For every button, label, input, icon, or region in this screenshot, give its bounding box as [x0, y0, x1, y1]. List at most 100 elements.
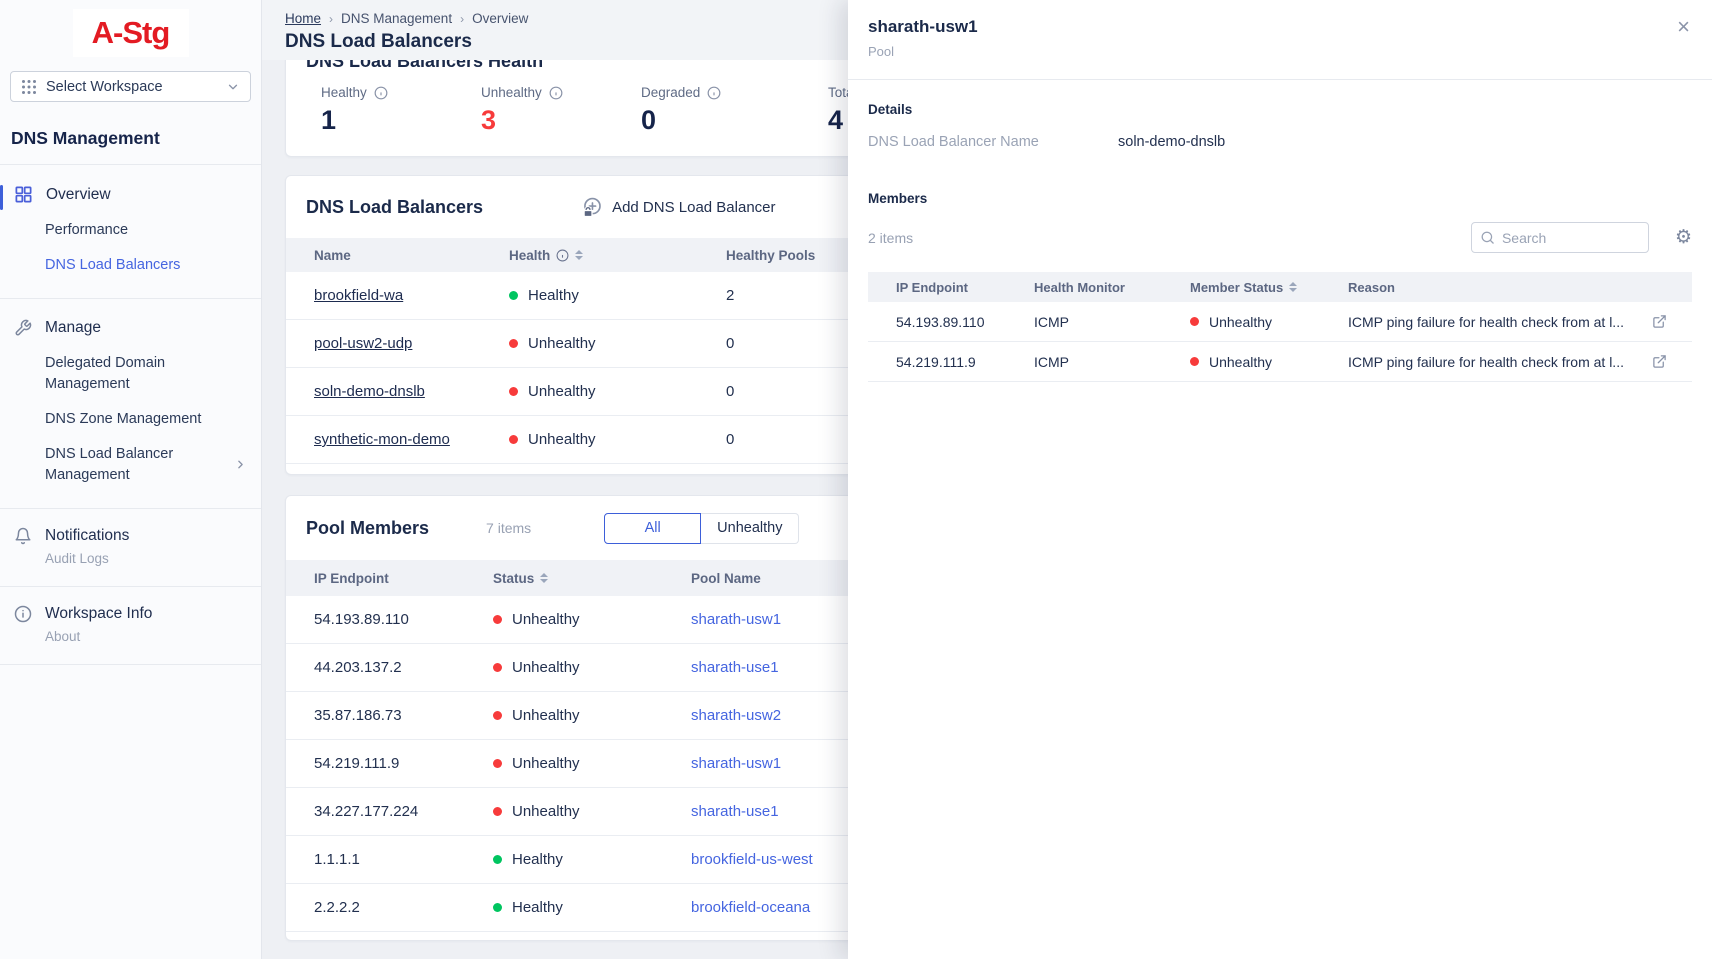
- pool-name-link[interactable]: brookfield-oceana: [691, 899, 810, 916]
- status-label: Unhealthy: [512, 611, 580, 628]
- breadcrumb-home[interactable]: Home: [285, 11, 321, 26]
- sort-icon[interactable]: [575, 250, 583, 260]
- status-label: Unhealthy: [512, 803, 580, 820]
- sidebar-item-audit-logs[interactable]: Audit Logs: [45, 551, 261, 566]
- unhealthy-dot-icon: [493, 807, 502, 816]
- info-icon[interactable]: [549, 86, 563, 100]
- stat-unhealthy: Unhealthy 3: [481, 85, 641, 136]
- status-label: Unhealthy: [1209, 354, 1272, 370]
- chevron-down-icon: [226, 80, 240, 94]
- info-icon[interactable]: [707, 86, 721, 100]
- members-table: IP Endpoint Health Monitor Member Status…: [868, 272, 1692, 382]
- sidebar-item-label: Workspace Info: [45, 605, 152, 623]
- stat-label: Unhealthy: [481, 85, 542, 100]
- sidebar-item-performance[interactable]: Performance: [45, 220, 213, 241]
- sidebar-item-dns-load-balancers[interactable]: DNS Load Balancers: [45, 255, 213, 276]
- sidebar-item-label: Overview: [46, 186, 111, 204]
- pool-name-link[interactable]: brookfield-us-west: [691, 851, 813, 868]
- pool-name-link[interactable]: sharath-usw2: [691, 707, 781, 724]
- lb-name-value: soln-demo-dnslb: [1118, 134, 1225, 150]
- nav-group-workspace-info: Workspace Info About: [0, 587, 261, 664]
- overview-grid-icon: [14, 185, 33, 204]
- sidebar-item-notifications[interactable]: Notifications: [0, 525, 261, 547]
- pool-detail-drawer: sharath-usw1 Pool × Details DNS Load Bal…: [848, 0, 1712, 959]
- column-name[interactable]: Name: [314, 248, 509, 263]
- column-health-monitor[interactable]: Health Monitor: [1034, 280, 1190, 295]
- detail-row: DNS Load Balancer Name soln-demo-dnslb: [868, 134, 1692, 150]
- sidebar-item-dns-lb-management[interactable]: DNS Load Balancer Management: [45, 444, 234, 486]
- sort-icon[interactable]: [1289, 282, 1297, 292]
- sort-icon[interactable]: [540, 573, 548, 583]
- external-link-icon[interactable]: [1652, 314, 1692, 329]
- ip-endpoint: 1.1.1.1: [314, 851, 493, 868]
- sidebar-item-manage[interactable]: Manage: [0, 317, 261, 339]
- search-icon: [1480, 230, 1495, 245]
- member-status-cell: Unhealthy: [1190, 354, 1348, 370]
- drawer-title: sharath-usw1: [868, 17, 1692, 37]
- unhealthy-dot-icon: [1190, 357, 1199, 366]
- healthy-dot-icon: [509, 291, 518, 300]
- sidebar-item-about[interactable]: About: [45, 629, 261, 644]
- divider: [0, 664, 261, 665]
- bell-icon: [14, 527, 32, 545]
- reason-text: ICMP ping failure for health check from …: [1348, 354, 1652, 370]
- stat-degraded: Degraded 0: [641, 85, 828, 136]
- pool-members-items-count: 7 items: [486, 520, 531, 536]
- info-icon[interactable]: [374, 86, 388, 100]
- pool-name-link[interactable]: sharath-use1: [691, 659, 779, 676]
- gear-icon[interactable]: ⚙: [1675, 228, 1692, 247]
- lb-name-link[interactable]: synthetic-mon-demo: [314, 431, 450, 448]
- reason-text: ICMP ping failure for health check from …: [1348, 314, 1652, 330]
- add-dns-load-balancer-label: Add DNS Load Balancer: [612, 199, 775, 216]
- info-icon[interactable]: [556, 249, 569, 262]
- sidebar-item-dns-zone-management[interactable]: DNS Zone Management: [45, 409, 213, 430]
- column-ip-endpoint[interactable]: IP Endpoint: [896, 280, 1034, 295]
- breadcrumb-overview[interactable]: Overview: [472, 11, 528, 26]
- ip-endpoint: 34.227.177.224: [314, 803, 493, 820]
- workspace-selector[interactable]: Select Workspace: [10, 71, 251, 102]
- column-health[interactable]: Health: [509, 248, 726, 263]
- chevron-sep-icon: ›: [329, 12, 333, 26]
- filter-unhealthy-button[interactable]: Unhealthy: [701, 513, 799, 544]
- stat-value: 0: [641, 105, 828, 136]
- search-input[interactable]: [1502, 230, 1640, 246]
- ip-endpoint: 54.193.89.110: [896, 314, 1034, 330]
- column-member-status[interactable]: Member Status: [1190, 280, 1348, 295]
- brand-logo[interactable]: A-Stg: [73, 9, 189, 57]
- stat-value: 3: [481, 105, 641, 136]
- close-icon[interactable]: ×: [1677, 16, 1690, 38]
- sidebar-item-dns-lb-management-row[interactable]: DNS Load Balancer Management: [0, 430, 261, 486]
- pool-name-link[interactable]: sharath-usw1: [691, 611, 781, 628]
- health-cell: Unhealthy: [509, 431, 726, 448]
- lb-name-link[interactable]: pool-usw2-udp: [314, 335, 412, 352]
- health-label: Unhealthy: [528, 431, 596, 448]
- nav-group-manage: Manage Delegated Domain Management DNS Z…: [0, 299, 261, 508]
- filter-all-button[interactable]: All: [604, 513, 701, 544]
- health-label: Unhealthy: [528, 383, 596, 400]
- ip-endpoint: 54.219.111.9: [314, 755, 493, 772]
- add-dns-load-balancer-button[interactable]: Add DNS Load Balancer: [581, 196, 775, 218]
- table-row: 54.193.89.110 ICMP Unhealthy ICMP ping f…: [868, 302, 1692, 342]
- stat-label: Healthy: [321, 85, 367, 100]
- ip-endpoint: 54.193.89.110: [314, 611, 493, 628]
- lb-card-title: DNS Load Balancers: [306, 197, 483, 218]
- sidebar-item-workspace-info[interactable]: Workspace Info: [0, 603, 261, 625]
- column-reason[interactable]: Reason: [1348, 280, 1652, 295]
- pool-name-link[interactable]: sharath-usw1: [691, 755, 781, 772]
- column-status[interactable]: Status: [493, 571, 691, 586]
- column-ip-endpoint[interactable]: IP Endpoint: [314, 571, 493, 586]
- unhealthy-dot-icon: [509, 339, 518, 348]
- pool-name-link[interactable]: sharath-use1: [691, 803, 779, 820]
- sidebar-item-delegated-domain-management[interactable]: Delegated Domain Management: [45, 353, 213, 395]
- healthy-dot-icon: [493, 855, 502, 864]
- status-filter: All Unhealthy: [604, 513, 799, 544]
- sidebar-item-overview[interactable]: Overview: [0, 183, 261, 206]
- external-link-icon[interactable]: [1652, 354, 1692, 369]
- lb-name-label: DNS Load Balancer Name: [868, 134, 1118, 150]
- lb-name-link[interactable]: brookfield-wa: [314, 287, 403, 304]
- lb-name-link[interactable]: soln-demo-dnslb: [314, 383, 425, 400]
- ip-endpoint: 2.2.2.2: [314, 899, 493, 916]
- breadcrumb-dns-management[interactable]: DNS Management: [341, 11, 452, 26]
- drawer-subtitle: Pool: [868, 44, 1692, 59]
- brand-logo-text: A-Stg: [92, 15, 170, 50]
